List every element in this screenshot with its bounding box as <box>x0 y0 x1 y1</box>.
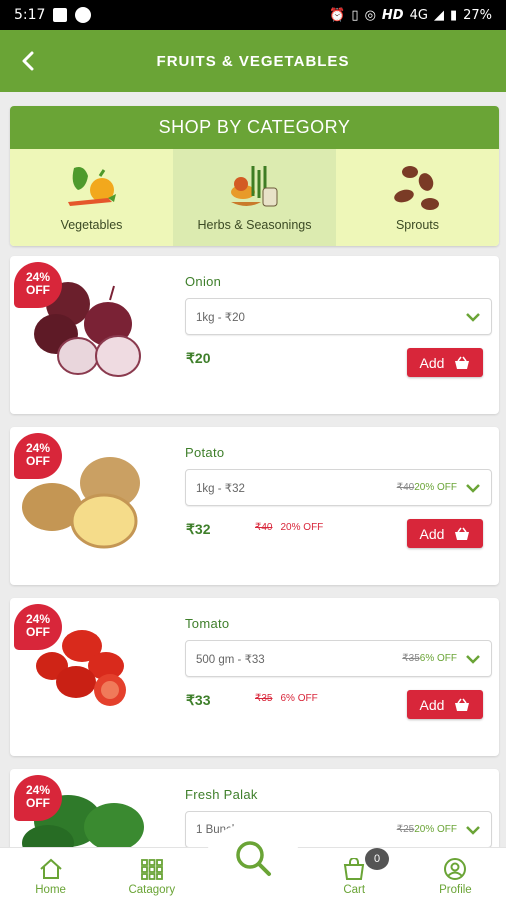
category-label: Sprouts <box>395 218 440 232</box>
nav-label: Profile <box>439 884 472 896</box>
nav-label: Catagory <box>128 884 176 896</box>
variant-mrp: ₹356% OFF <box>402 653 457 664</box>
nav-category[interactable]: Catagory <box>101 848 202 900</box>
home-icon <box>39 858 62 879</box>
category-section: SHOP BY CATEGORY Vegetables Herbs & Seas… <box>10 106 499 246</box>
old-price: ₹35 6% OFF <box>255 693 318 704</box>
nav-home[interactable]: Home <box>0 848 101 900</box>
discount-badge: 24% OFF <box>14 433 62 479</box>
nav-label: Home <box>35 884 66 896</box>
add-to-cart-button[interactable]: Add <box>407 348 483 377</box>
status-bar: 5:17 ⏰ ▯ ◎ HD 4G ◢ ▮ 27% <box>0 0 506 30</box>
basket-icon <box>455 698 470 711</box>
variant-select[interactable]: 1kg - ₹20 <box>185 298 492 335</box>
product-card-potato: 24% OFF Potato 1kg - ₹32 ₹4020% OFF ₹32 … <box>10 427 499 585</box>
variant-value: 1kg - ₹32 <box>196 482 245 495</box>
variant-value: 1kg - ₹20 <box>196 311 245 324</box>
app-header: FRUITS & VEGETABLES <box>0 30 506 92</box>
variant-value: 500 gm - ₹33 <box>196 653 265 666</box>
chevron-down-icon <box>466 654 480 664</box>
product-price: ₹33 <box>186 692 211 708</box>
product-price: ₹20 <box>186 350 211 366</box>
hotspot-icon: ◎ <box>364 7 376 23</box>
basket-icon <box>455 527 470 540</box>
nav-profile[interactable]: Profile <box>405 848 506 900</box>
category-sprouts[interactable]: Sprouts <box>336 149 499 246</box>
basket-icon <box>455 356 470 369</box>
vibrate-icon: ▯ <box>351 7 359 23</box>
signal-icon: ◢ <box>433 7 444 23</box>
category-vegetables[interactable]: Vegetables <box>10 149 173 246</box>
product-price: ₹32 <box>186 521 211 537</box>
discount-badge: 24% OFF <box>14 262 62 308</box>
add-to-cart-button[interactable]: Add <box>407 690 483 719</box>
back-arrow-icon <box>22 51 34 71</box>
grid-icon <box>140 859 163 880</box>
search-icon <box>236 841 271 876</box>
lte-label: 4G <box>409 7 428 23</box>
vegetables-icon <box>67 167 116 206</box>
category-section-title: SHOP BY CATEGORY <box>10 106 499 149</box>
discount-badge: 24% OFF <box>14 604 62 650</box>
variant-mrp: ₹4020% OFF <box>396 482 457 493</box>
add-label: Add <box>419 354 445 371</box>
product-card-tomato: 24% OFF Tomato 500 gm - ₹33 ₹356% OFF ₹3… <box>10 598 499 756</box>
variant-mrp: ₹2520% OFF <box>396 824 457 835</box>
battery-icon: ▮ <box>449 7 458 23</box>
cart-bag-icon <box>344 858 365 880</box>
add-label: Add <box>419 696 445 713</box>
back-button[interactable] <box>14 46 42 76</box>
alarm-icon: ⏰ <box>329 7 346 23</box>
clock: 5:17 <box>14 7 46 23</box>
old-price: ₹40 20% OFF <box>255 522 324 533</box>
cart-count-badge: 0 <box>365 848 389 870</box>
category-herbs-seasonings[interactable]: Herbs & Seasonings <box>173 149 336 246</box>
add-label: Add <box>419 525 445 542</box>
battery-level: 27% <box>463 7 492 23</box>
add-to-cart-button[interactable]: Add <box>407 519 483 548</box>
dot-icon <box>75 7 92 23</box>
discount-badge: 24% OFF <box>14 775 62 821</box>
hd-label: HD <box>381 7 404 23</box>
chevron-down-icon <box>466 825 480 835</box>
nav-label: Cart <box>343 884 366 896</box>
chevron-down-icon <box>466 312 480 322</box>
chevron-down-icon <box>466 483 480 493</box>
variant-select[interactable]: 500 gm - ₹33 ₹356% OFF <box>185 640 492 677</box>
profile-icon <box>444 858 467 880</box>
gallery-icon <box>53 8 68 22</box>
page-title: FRUITS & VEGETABLES <box>156 52 350 70</box>
variant-select[interactable]: 1kg - ₹32 ₹4020% OFF <box>185 469 492 506</box>
product-name: Tomato <box>185 616 230 631</box>
product-name: Onion <box>185 274 222 289</box>
category-label: Herbs & Seasonings <box>197 218 312 232</box>
search-button[interactable] <box>206 823 300 893</box>
sprouts-icon <box>393 166 439 210</box>
herbs-icon <box>230 166 277 207</box>
product-card-onion: 24% OFF Onion 1kg - ₹20 ₹20 Add <box>10 256 499 414</box>
nav-cart[interactable]: Cart <box>304 848 405 900</box>
category-label: Vegetables <box>60 218 123 232</box>
product-name: Fresh Palak <box>185 787 258 802</box>
product-name: Potato <box>185 445 225 460</box>
